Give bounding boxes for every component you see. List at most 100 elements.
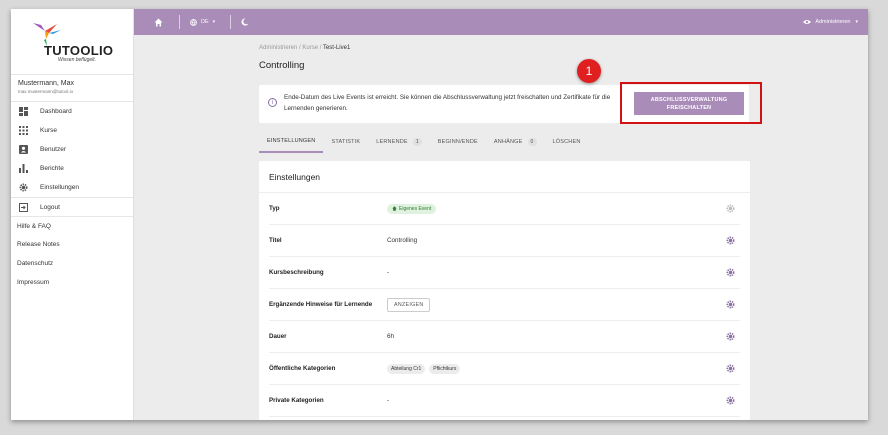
gear-icon[interactable] <box>726 396 735 405</box>
category-chip: Pflichtkurs <box>429 363 461 374</box>
tab-label: LERNENDE <box>376 139 408 145</box>
sidebar: TUTOOLIO Wissen beflügelt. Mustermann, M… <box>11 9 134 420</box>
chevron-down-icon: ▾ <box>212 19 216 25</box>
breadcrumb-root[interactable]: Administrieren <box>259 45 297 51</box>
step-number-badge: 1 <box>577 59 601 83</box>
logo-tagline: Wissen beflügelt. <box>58 57 97 63</box>
breadcrumb-current: Test-Live1 <box>322 45 351 51</box>
sidebar-item-berichte[interactable]: Berichte <box>11 159 133 178</box>
sidebar-link-release-notes[interactable]: Release Notes <box>11 235 133 254</box>
home-icon <box>392 206 397 211</box>
language-label: DE <box>201 19 209 25</box>
tab-anhaenge[interactable]: ANHÄNGE 0 <box>486 131 545 153</box>
row-label: Typ <box>269 205 280 212</box>
row-value: Controlling <box>387 237 418 244</box>
language-selector[interactable]: DE ▾ <box>190 18 216 26</box>
gear-icon[interactable] <box>726 332 735 341</box>
top-bar: DE ▾ Administrieren ▾ <box>134 9 868 35</box>
highlight-box <box>620 82 762 124</box>
row-value: 6h <box>387 333 395 340</box>
settings-row-titel: Titel Controlling <box>269 225 740 257</box>
bar-chart-icon <box>18 164 28 174</box>
logout-icon <box>18 202 28 212</box>
sidebar-link-impressum[interactable]: Impressum <box>11 273 133 292</box>
gear-icon[interactable] <box>726 268 735 277</box>
row-value: - <box>387 269 390 276</box>
row-label: Titel <box>269 237 282 244</box>
event-type-chip: Eigenes Event <box>387 203 437 214</box>
sidebar-link-datenschutz[interactable]: Datenschutz <box>11 254 133 273</box>
dark-mode-icon[interactable] <box>241 18 249 26</box>
user-info: Mustermann, Max max.mustermann@tutool.io <box>11 75 133 102</box>
row-value: Eigenes Event <box>387 203 437 214</box>
sidebar-item-kurse[interactable]: Kurse <box>11 121 133 140</box>
user-name: Mustermann, Max <box>18 80 75 87</box>
sidebar-item-label: Kurse <box>40 127 57 134</box>
gear-icon[interactable] <box>726 300 735 309</box>
page-title: Controlling <box>259 60 305 71</box>
tab-lernende[interactable]: LERNENDE 1 <box>368 131 430 153</box>
info-icon: i <box>268 98 277 107</box>
role-label: Administrieren <box>815 19 851 25</box>
settings-row-oeffentliche-kategorien: Öffentliche Kategorien Abteilung Cr1 Pfl… <box>269 353 740 385</box>
gear-icon[interactable] <box>726 364 735 373</box>
logo-text: TUTOOLIO <box>44 43 114 58</box>
user-email: max.mustermann@tutool.io <box>18 89 74 94</box>
category-chip: Abteilung Cr1 <box>387 363 426 374</box>
row-label: Öffentliche Kategorien <box>269 365 336 372</box>
tab-label: EINSTELLUNGEN <box>267 138 316 144</box>
home-icon[interactable] <box>154 18 163 27</box>
tab-label: BEGINN/ENDE <box>437 139 478 145</box>
breadcrumb: Administrieren / Kurse / Test-Live1 <box>259 45 350 51</box>
sidebar-link-faq[interactable]: Hilfe & FAQ <box>11 216 133 235</box>
gear-icon[interactable] <box>726 204 735 213</box>
settings-heading: Einstellungen <box>259 161 750 193</box>
sidebar-item-label: Logout <box>40 203 60 211</box>
settings-card: Einstellungen Typ Eigenes Event Titel Co… <box>259 161 750 420</box>
row-value: ANZEIGEN <box>387 297 431 312</box>
sidebar-item-label: Dashboard <box>40 108 72 115</box>
tab-label: ANHÄNGE <box>493 139 523 145</box>
breadcrumb-separator: / <box>319 45 322 51</box>
tab-statistik[interactable]: STATISTIK <box>323 131 368 153</box>
app-window: TUTOOLIO Wissen beflügelt. Mustermann, M… <box>11 9 868 420</box>
chevron-down-icon: ▾ <box>855 19 858 25</box>
sidebar-item-label: Benutzer <box>40 146 67 153</box>
settings-row-dauer: Dauer 6h <box>269 321 740 353</box>
row-label: Dauer <box>269 333 287 340</box>
sidebar-item-label: Berichte <box>40 165 64 172</box>
person-icon <box>18 145 28 155</box>
tab-loeschen[interactable]: LÖSCHEN <box>545 131 589 153</box>
gear-icon[interactable] <box>726 236 735 245</box>
toolbar-divider <box>230 15 232 29</box>
sidebar-item-einstellungen[interactable]: Einstellungen <box>11 178 133 197</box>
row-value: Abteilung Cr1 Pflichtkurs <box>387 363 464 374</box>
row-label: Ergänzende Hinweise für Lernende <box>269 301 373 308</box>
alert-text: Ende-Datum des Live Events ist erreicht.… <box>284 94 611 112</box>
count-badge: 1 <box>412 138 422 146</box>
tab-label: LÖSCHEN <box>552 139 581 145</box>
breadcrumb-kurse[interactable]: Kurse <box>302 45 318 51</box>
count-badge: 0 <box>527 138 537 146</box>
breadcrumb-separator: / <box>299 45 301 51</box>
logo[interactable]: TUTOOLIO Wissen beflügelt. <box>11 9 133 75</box>
sidebar-item-dashboard[interactable]: Dashboard <box>11 102 133 121</box>
toolbar-divider <box>179 15 180 29</box>
grid-icon <box>18 126 28 136</box>
tab-bar: EINSTELLUNGEN STATISTIK LERNENDE 1 BEGINN… <box>259 131 589 153</box>
tab-einstellungen[interactable]: EINSTELLUNGEN <box>259 131 324 153</box>
eye-icon <box>803 20 812 24</box>
chip-label: Eigenes Event <box>399 205 432 212</box>
tab-label: STATISTIK <box>331 139 361 145</box>
sidebar-item-benutzer[interactable]: Benutzer <box>11 140 133 159</box>
sidebar-item-label: Einstellungen <box>40 184 80 191</box>
gear-icon <box>18 183 28 193</box>
dashboard-icon <box>18 107 28 117</box>
settings-row-private-kategorien: Private Kategorien - <box>269 385 740 417</box>
anzeigen-button[interactable]: ANZEIGEN <box>387 297 431 312</box>
sidebar-item-logout[interactable]: Logout <box>11 197 133 216</box>
tab-beginn-ende[interactable]: BEGINN/ENDE <box>430 131 486 153</box>
settings-row-typ: Typ Eigenes Event <box>269 193 740 225</box>
role-menu[interactable]: Administrieren ▾ <box>803 19 858 25</box>
settings-row-kursbeschreibung: Kursbeschreibung - <box>269 257 740 289</box>
